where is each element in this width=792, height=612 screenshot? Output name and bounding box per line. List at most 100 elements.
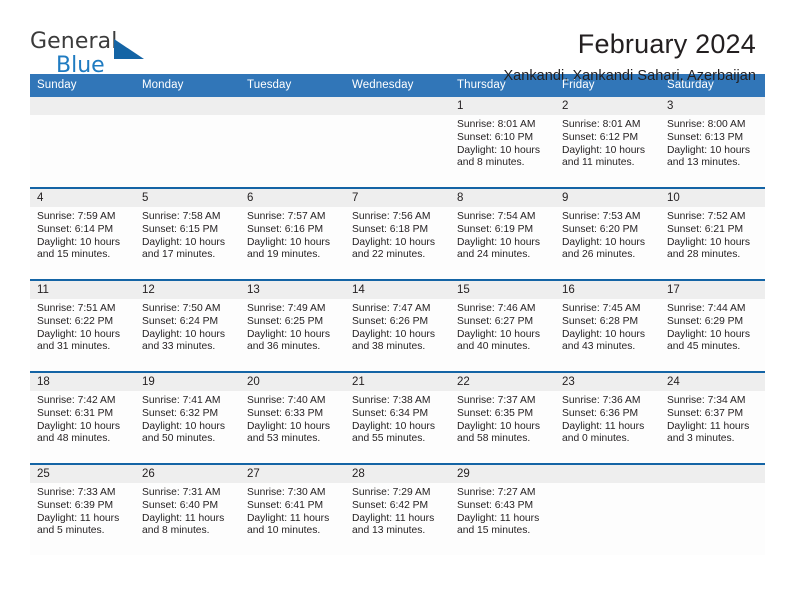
calendar-cell-day[interactable]: 5 Sunrise: 7:58 AM Sunset: 6:15 PM Daylight… <box>135 187 240 280</box>
day-details: Sunrise: 7:36 AM Sunset: 6:36 PM Daylight:… <box>555 391 660 446</box>
daylight-duration-line1: Daylight: 11 hours <box>142 512 225 524</box>
day-details: Sunrise: 7:59 AM Sunset: 6:14 PM Daylight:… <box>30 207 135 262</box>
day-details: Sunrise: 7:45 AM Sunset: 6:28 PM Daylight:… <box>555 299 660 354</box>
calendar-week-row: 1 Sunrise: 8:01 AM Sunset: 6:10 PM Daylight… <box>30 97 765 188</box>
calendar-cell-day[interactable]: 29 Sunrise: 7:27 AM Sunset: 6:43 PM Dayligh… <box>450 463 555 555</box>
day-details: Sunrise: 7:46 AM Sunset: 6:27 PM Daylight:… <box>450 299 555 354</box>
day-cell: 23 Sunrise: 7:36 AM Sunset: 6:36 PM Dayligh… <box>555 373 660 463</box>
daylight-duration-line2: and 48 minutes. <box>37 433 111 445</box>
day-cell: 14 Sunrise: 7:47 AM Sunset: 6:26 PM Dayligh… <box>345 281 450 371</box>
calendar-cell-day[interactable]: 11 Sunrise: 7:51 AM Sunset: 6:22 PM Dayligh… <box>30 279 135 372</box>
sunset-time: Sunset: 6:32 PM <box>142 407 219 419</box>
calendar-cell-empty <box>660 463 765 555</box>
calendar-cell-day[interactable]: 7 Sunrise: 7:56 AM Sunset: 6:18 PM Daylight… <box>345 187 450 280</box>
calendar-cell-day[interactable]: 12 Sunrise: 7:50 AM Sunset: 6:24 PM Dayligh… <box>135 279 240 372</box>
sunset-time: Sunset: 6:28 PM <box>562 315 639 327</box>
calendar-cell-empty <box>555 463 660 555</box>
day-number: 22 <box>450 373 555 391</box>
sunrise-time: Sunrise: 7:27 AM <box>457 487 536 498</box>
daylight-duration-line2: and 43 minutes. <box>562 341 636 353</box>
sunset-time: Sunset: 6:22 PM <box>37 315 114 327</box>
day-number: 3 <box>660 97 765 115</box>
page-title: February 2024 <box>577 29 756 59</box>
day-details: Sunrise: 7:44 AM Sunset: 6:29 PM Daylight:… <box>660 299 765 354</box>
calendar-cell-day[interactable]: 28 Sunrise: 7:29 AM Sunset: 6:42 PM Dayligh… <box>345 463 450 555</box>
calendar-cell-day[interactable]: 1 Sunrise: 8:01 AM Sunset: 6:10 PM Daylight… <box>450 97 555 188</box>
calendar-cell-day[interactable]: 14 Sunrise: 7:47 AM Sunset: 6:26 PM Dayligh… <box>345 279 450 372</box>
day-cell: 15 Sunrise: 7:46 AM Sunset: 6:27 PM Dayligh… <box>450 281 555 371</box>
daylight-duration-line2: and 10 minutes. <box>247 525 321 537</box>
calendar-cell-day[interactable]: 8 Sunrise: 7:54 AM Sunset: 6:19 PM Daylight… <box>450 187 555 280</box>
calendar-cell-empty <box>30 97 135 188</box>
sunset-time: Sunset: 6:39 PM <box>37 499 114 511</box>
sunrise-time: Sunrise: 7:56 AM <box>352 211 431 222</box>
calendar-cell-day[interactable]: 6 Sunrise: 7:57 AM Sunset: 6:16 PM Daylight… <box>240 187 345 280</box>
day-number: 18 <box>30 373 135 391</box>
calendar-cell-day[interactable]: 26 Sunrise: 7:31 AM Sunset: 6:40 PM Dayligh… <box>135 463 240 555</box>
daylight-duration-line2: and 50 minutes. <box>142 433 216 445</box>
daylight-duration-line2: and 15 minutes. <box>37 249 111 261</box>
calendar-cell-day[interactable]: 4 Sunrise: 7:59 AM Sunset: 6:14 PM Daylight… <box>30 187 135 280</box>
day-details: Sunrise: 7:30 AM Sunset: 6:41 PM Daylight:… <box>240 483 345 538</box>
title-block: February 2024 Xankandi, Xankandi Sahari,… <box>503 26 756 86</box>
day-number: 19 <box>135 373 240 391</box>
day-details: Sunrise: 7:54 AM Sunset: 6:19 PM Daylight:… <box>450 207 555 262</box>
calendar-cell-day[interactable]: 2 Sunrise: 8:01 AM Sunset: 6:12 PM Daylight… <box>555 97 660 188</box>
calendar-cell-day[interactable]: 22 Sunrise: 7:37 AM Sunset: 6:35 PM Dayligh… <box>450 371 555 464</box>
daylight-duration-line1: Daylight: 10 hours <box>457 236 540 248</box>
day-cell <box>240 97 345 187</box>
calendar-cell-day[interactable]: 15 Sunrise: 7:46 AM Sunset: 6:27 PM Dayligh… <box>450 279 555 372</box>
day-number: 27 <box>240 465 345 483</box>
logo-text-blue: Blue <box>56 53 105 78</box>
calendar-cell-day[interactable]: 20 Sunrise: 7:40 AM Sunset: 6:33 PM Dayligh… <box>240 371 345 464</box>
daylight-duration-line1: Daylight: 10 hours <box>37 236 120 248</box>
day-cell: 11 Sunrise: 7:51 AM Sunset: 6:22 PM Dayligh… <box>30 281 135 371</box>
sunrise-time: Sunrise: 7:41 AM <box>142 395 221 406</box>
day-details: Sunrise: 7:40 AM Sunset: 6:33 PM Daylight:… <box>240 391 345 446</box>
day-cell: 25 Sunrise: 7:33 AM Sunset: 6:39 PM Dayligh… <box>30 465 135 555</box>
calendar-cell-day[interactable]: 9 Sunrise: 7:53 AM Sunset: 6:20 PM Daylight… <box>555 187 660 280</box>
sunrise-time: Sunrise: 7:42 AM <box>37 395 116 406</box>
sunset-time: Sunset: 6:33 PM <box>247 407 324 419</box>
day-cell: 12 Sunrise: 7:50 AM Sunset: 6:24 PM Dayligh… <box>135 281 240 371</box>
day-cell: 22 Sunrise: 7:37 AM Sunset: 6:35 PM Dayligh… <box>450 373 555 463</box>
sunset-time: Sunset: 6:14 PM <box>37 223 114 235</box>
calendar-cell-day[interactable]: 13 Sunrise: 7:49 AM Sunset: 6:25 PM Dayligh… <box>240 279 345 372</box>
day-details: Sunrise: 7:47 AM Sunset: 6:26 PM Daylight:… <box>345 299 450 354</box>
calendar-week-row: 18 Sunrise: 7:42 AM Sunset: 6:31 PM Dayligh… <box>30 371 765 464</box>
sunrise-time: Sunrise: 7:44 AM <box>667 303 746 314</box>
calendar-cell-day[interactable]: 3 Sunrise: 8:00 AM Sunset: 6:13 PM Daylight… <box>660 97 765 188</box>
sunrise-time: Sunrise: 7:37 AM <box>457 395 536 406</box>
daylight-duration-line2: and 22 minutes. <box>352 249 426 261</box>
day-cell <box>555 465 660 555</box>
calendar-cell-day[interactable]: 24 Sunrise: 7:34 AM Sunset: 6:37 PM Dayligh… <box>660 371 765 464</box>
calendar-cell-day[interactable]: 27 Sunrise: 7:30 AM Sunset: 6:41 PM Dayligh… <box>240 463 345 555</box>
calendar-cell-day[interactable]: 16 Sunrise: 7:45 AM Sunset: 6:28 PM Dayligh… <box>555 279 660 372</box>
logo-triangle-icon <box>114 39 144 59</box>
calendar-cell-day[interactable]: 10 Sunrise: 7:52 AM Sunset: 6:21 PM Dayligh… <box>660 187 765 280</box>
day-cell: 1 Sunrise: 8:01 AM Sunset: 6:10 PM Daylight… <box>450 97 555 187</box>
calendar-cell-day[interactable]: 25 Sunrise: 7:33 AM Sunset: 6:39 PM Dayligh… <box>30 463 135 555</box>
day-cell: 18 Sunrise: 7:42 AM Sunset: 6:31 PM Dayligh… <box>30 373 135 463</box>
sunrise-time: Sunrise: 7:31 AM <box>142 487 221 498</box>
calendar-cell-empty <box>135 97 240 188</box>
day-number: 9 <box>555 189 660 207</box>
calendar-cell-day[interactable]: 19 Sunrise: 7:41 AM Sunset: 6:32 PM Dayligh… <box>135 371 240 464</box>
day-cell: 19 Sunrise: 7:41 AM Sunset: 6:32 PM Dayligh… <box>135 373 240 463</box>
sunset-time: Sunset: 6:34 PM <box>352 407 429 419</box>
calendar-cell-day[interactable]: 17 Sunrise: 7:44 AM Sunset: 6:29 PM Dayligh… <box>660 279 765 372</box>
calendar-cell-day[interactable]: 21 Sunrise: 7:38 AM Sunset: 6:34 PM Dayligh… <box>345 371 450 464</box>
daylight-duration-line2: and 8 minutes. <box>457 157 525 169</box>
daylight-duration-line2: and 24 minutes. <box>457 249 531 261</box>
sunset-time: Sunset: 6:37 PM <box>667 407 744 419</box>
calendar-cell-day[interactable]: 18 Sunrise: 7:42 AM Sunset: 6:31 PM Dayligh… <box>30 371 135 464</box>
day-cell: 6 Sunrise: 7:57 AM Sunset: 6:16 PM Daylight… <box>240 189 345 279</box>
day-details: Sunrise: 7:52 AM Sunset: 6:21 PM Daylight:… <box>660 207 765 262</box>
calendar-cell-day[interactable]: 23 Sunrise: 7:36 AM Sunset: 6:36 PM Dayligh… <box>555 371 660 464</box>
sunrise-time: Sunrise: 8:01 AM <box>562 119 641 130</box>
daylight-duration-line2: and 28 minutes. <box>667 249 741 261</box>
day-number: 23 <box>555 373 660 391</box>
day-cell: 10 Sunrise: 7:52 AM Sunset: 6:21 PM Dayligh… <box>660 189 765 279</box>
sunrise-time: Sunrise: 7:33 AM <box>37 487 116 498</box>
logo: General Blue <box>30 26 160 82</box>
